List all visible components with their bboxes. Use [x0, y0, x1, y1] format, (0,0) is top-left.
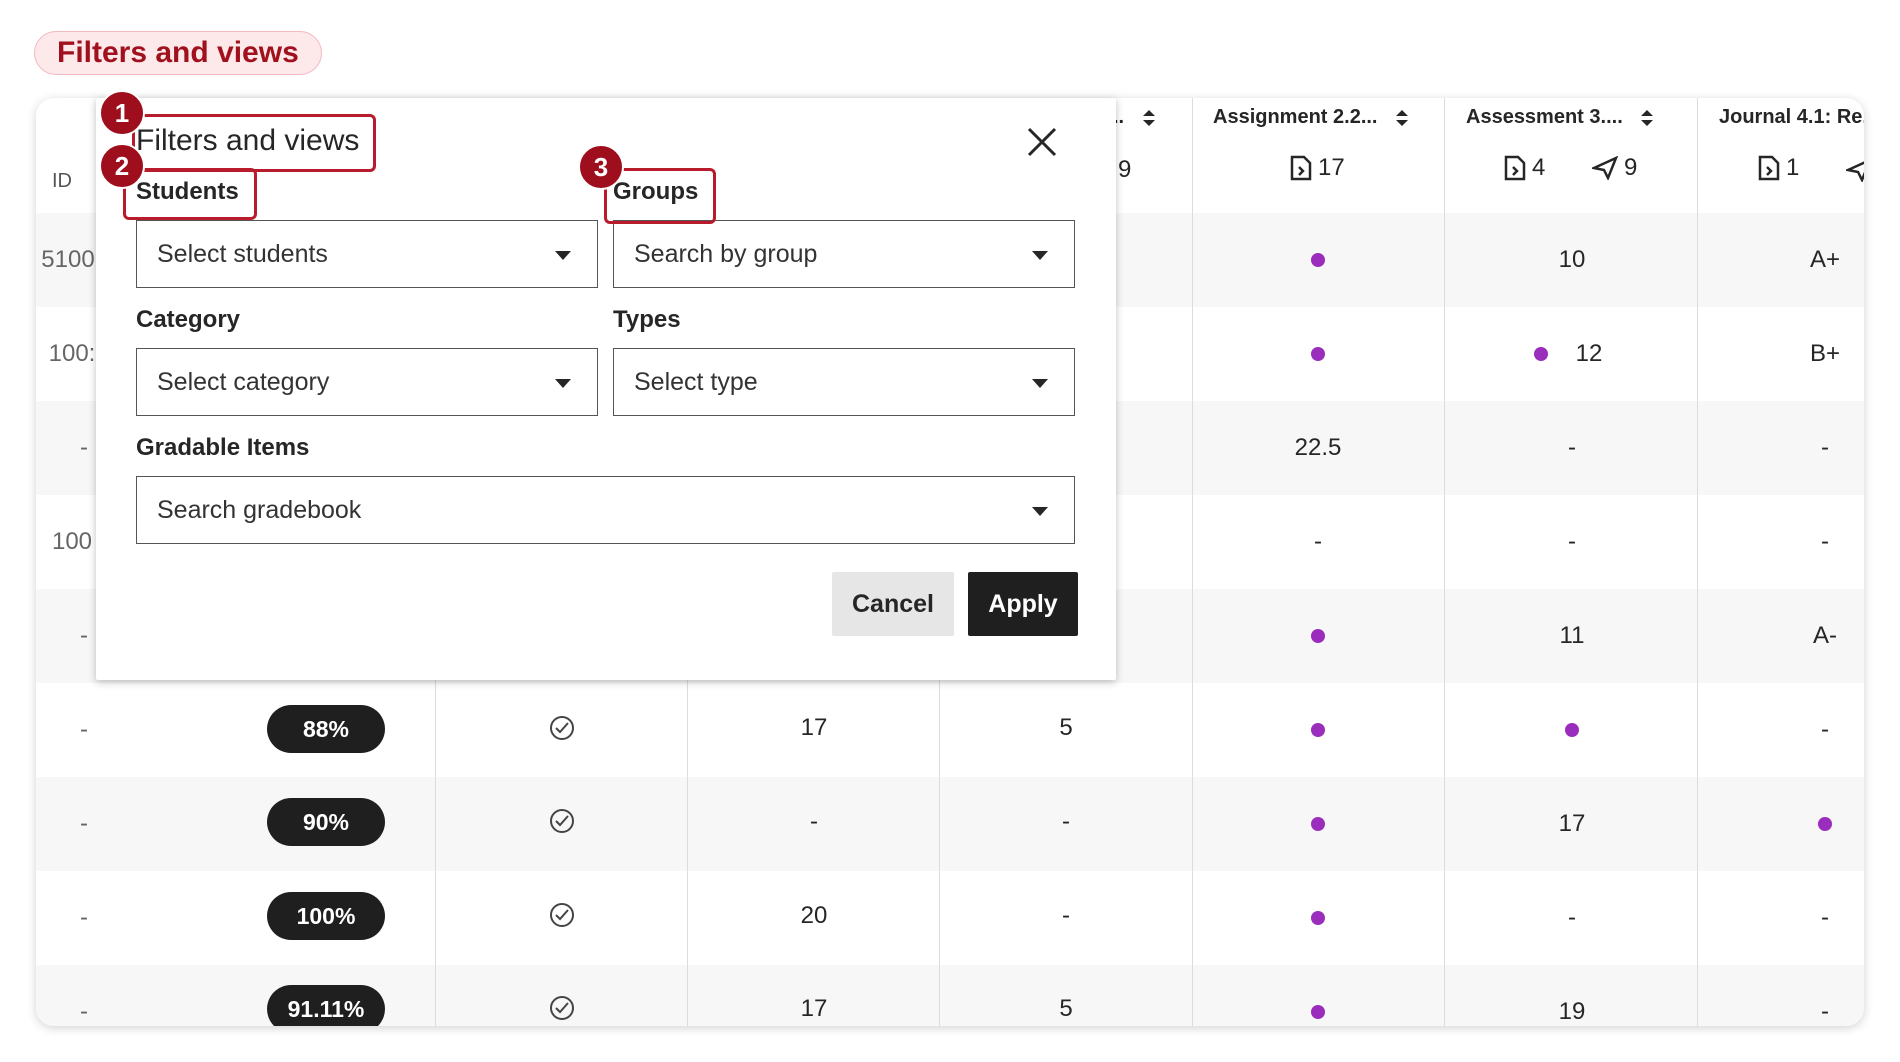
- id-cell: -: [80, 904, 88, 931]
- grade-cell[interactable]: -: [1821, 904, 1829, 932]
- grade-cell[interactable]: -: [810, 808, 818, 836]
- needs-grading-dot[interactable]: [1311, 817, 1325, 831]
- section-pill: Filters and views: [34, 31, 322, 75]
- marker-2: 2: [99, 143, 145, 189]
- highlight-title: [132, 114, 376, 172]
- needs-grading-dot[interactable]: [1311, 723, 1325, 737]
- col-header-journal[interactable]: Journal 4.1: Re.: [1719, 106, 1864, 129]
- grade-cell[interactable]: B+: [1810, 340, 1840, 368]
- id-cell: 100: [51, 528, 93, 555]
- overall-grade-badge[interactable]: 100%: [267, 892, 385, 940]
- needs-grading-dot[interactable]: [1311, 911, 1325, 925]
- grade-cell[interactable]: -: [1062, 808, 1070, 836]
- needs-grading-dot[interactable]: [1311, 347, 1325, 361]
- id-cell: -: [80, 810, 88, 837]
- needs-grading-dot[interactable]: [1565, 723, 1579, 737]
- check-circle-icon: [550, 809, 574, 833]
- col-header-assignment[interactable]: Assignment 2.2...: [1213, 106, 1409, 129]
- students-placeholder: Select students: [157, 239, 328, 268]
- grade-cell[interactable]: 17: [801, 714, 828, 742]
- submissions-count: 4: [1504, 154, 1545, 182]
- grade-cell[interactable]: -: [1568, 434, 1576, 462]
- grade-cell[interactable]: 17: [1559, 810, 1586, 838]
- close-icon[interactable]: [1026, 126, 1058, 158]
- id-cell: -: [80, 716, 88, 743]
- grade-cell[interactable]: -: [1821, 998, 1829, 1026]
- types-select[interactable]: Select type: [613, 348, 1075, 416]
- id-header[interactable]: ID: [52, 170, 72, 193]
- gradable-items-placeholder: Search gradebook: [157, 495, 362, 524]
- gradable-items-label: Gradable Items: [136, 434, 310, 461]
- grade-cell[interactable]: 20: [801, 902, 828, 930]
- grade-cell[interactable]: A+: [1810, 246, 1840, 274]
- grade-cell[interactable]: -: [1062, 902, 1070, 930]
- apply-button[interactable]: Apply: [968, 572, 1078, 636]
- send-icon: [1846, 161, 1864, 182]
- students-select[interactable]: Select students: [136, 220, 598, 288]
- needs-grading-dot[interactable]: [1534, 347, 1548, 361]
- overall-grade-badge[interactable]: 88%: [267, 705, 385, 753]
- grade-cell[interactable]: 10: [1559, 246, 1586, 274]
- col-header-partial[interactable]: ..: [1113, 106, 1156, 129]
- grade-cell[interactable]: -: [1568, 528, 1576, 556]
- grade-cell[interactable]: 19: [1559, 998, 1586, 1026]
- needs-grading-dot[interactable]: [1311, 629, 1325, 643]
- highlight-students: [123, 168, 257, 220]
- types-label: Types: [613, 306, 681, 333]
- file-icon: [1758, 155, 1780, 181]
- grade-cell[interactable]: A-: [1813, 622, 1837, 650]
- groups-placeholder: Search by group: [634, 239, 818, 268]
- overall-grade-badge[interactable]: 90%: [267, 798, 385, 846]
- grade-cell[interactable]: 12: [1576, 340, 1603, 368]
- chevron-down-icon: [1032, 507, 1048, 516]
- submissions-count: 17: [1290, 154, 1345, 182]
- chevron-down-icon: [1032, 379, 1048, 388]
- posted-count: 9: [1592, 154, 1637, 182]
- col-header-assessment[interactable]: Assessment 3....: [1466, 106, 1654, 129]
- category-select[interactable]: Select category: [136, 348, 598, 416]
- grade-cell[interactable]: -: [1821, 528, 1829, 556]
- id-cell: 5100: [41, 246, 95, 273]
- grade-cell[interactable]: -: [1821, 716, 1829, 744]
- file-icon: [1504, 155, 1526, 181]
- chevron-down-icon: [555, 251, 571, 260]
- needs-grading-dot[interactable]: [1818, 817, 1832, 831]
- gradable-items-select[interactable]: Search gradebook: [136, 476, 1075, 544]
- id-cell: -: [80, 434, 88, 461]
- grade-cell[interactable]: 11: [1560, 622, 1585, 650]
- cancel-button[interactable]: Cancel: [832, 572, 954, 636]
- id-cell: 100:: [48, 340, 96, 367]
- grade-cell[interactable]: 22.5: [1295, 434, 1342, 462]
- id-cell: -: [80, 998, 88, 1025]
- marker-1: 1: [99, 90, 145, 136]
- chevron-down-icon: [555, 379, 571, 388]
- check-circle-icon: [550, 996, 574, 1020]
- category-placeholder: Select category: [157, 367, 330, 396]
- grade-cell[interactable]: 5: [1059, 714, 1072, 742]
- sort-icon[interactable]: [1142, 109, 1156, 127]
- check-circle-icon: [550, 716, 574, 740]
- id-cell: -: [80, 622, 88, 649]
- send-icon: [1592, 156, 1618, 180]
- grade-cell[interactable]: -: [1314, 528, 1322, 556]
- groups-select[interactable]: Search by group: [613, 220, 1075, 288]
- col-header-count: 9: [1118, 156, 1132, 183]
- overall-grade-badge[interactable]: 91.11%: [267, 985, 385, 1026]
- grade-cell[interactable]: 5: [1059, 995, 1072, 1023]
- category-label: Category: [136, 306, 241, 333]
- submissions-count: 1: [1758, 154, 1799, 182]
- marker-3: 3: [578, 144, 624, 190]
- chevron-down-icon: [1032, 251, 1048, 260]
- types-placeholder: Select type: [634, 367, 758, 396]
- sort-icon[interactable]: [1640, 109, 1654, 127]
- sort-icon[interactable]: [1395, 109, 1409, 127]
- needs-grading-dot[interactable]: [1311, 253, 1325, 267]
- file-icon: [1290, 155, 1312, 181]
- grade-cell[interactable]: -: [1821, 434, 1829, 462]
- check-circle-icon: [550, 903, 574, 927]
- needs-grading-dot[interactable]: [1311, 1005, 1325, 1019]
- grade-cell[interactable]: -: [1568, 904, 1576, 932]
- grade-cell[interactable]: 17: [801, 995, 828, 1023]
